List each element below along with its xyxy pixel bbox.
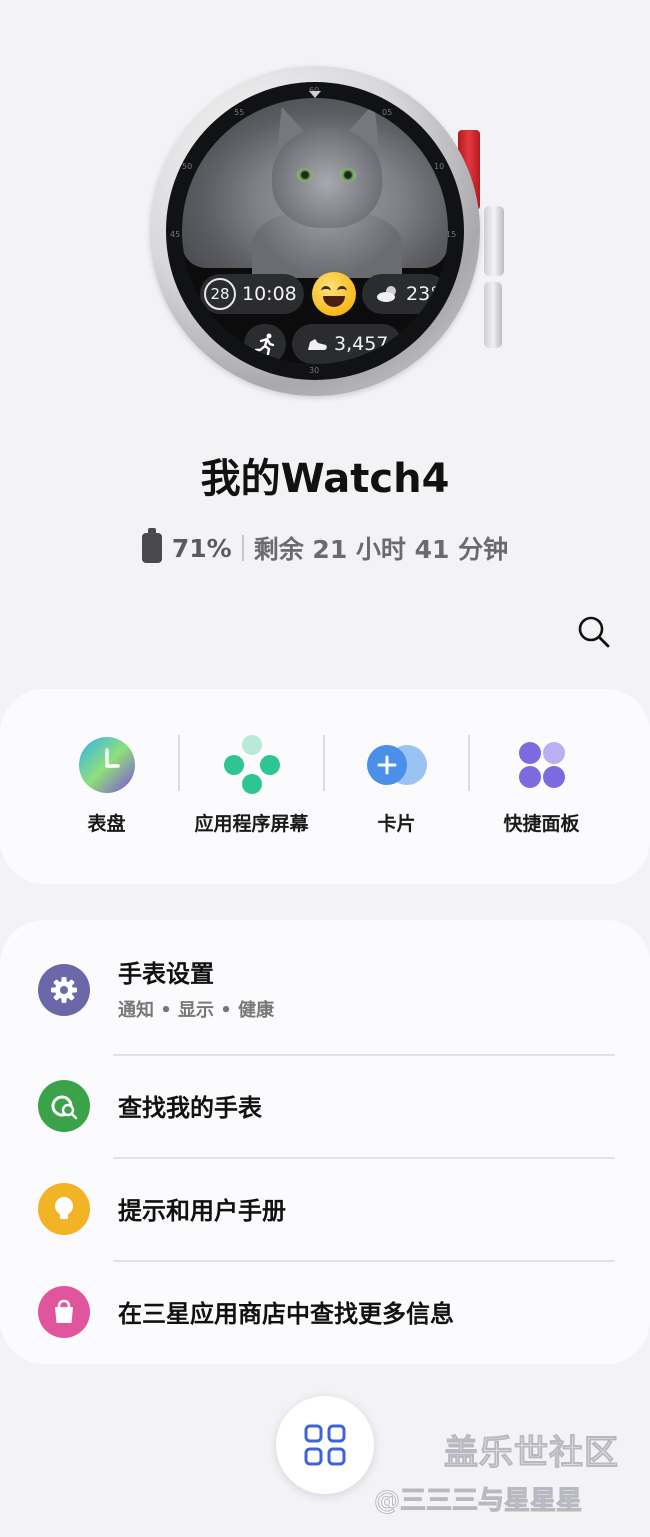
cat-photo bbox=[182, 98, 448, 278]
menu-item-title: 在三星应用商店中查找更多信息 bbox=[118, 1300, 454, 1328]
cloud-sun-icon bbox=[377, 286, 396, 302]
bezel-marker bbox=[309, 91, 321, 98]
shortcut-label: 快捷面板 bbox=[503, 813, 580, 835]
lightbulb-icon bbox=[38, 1183, 90, 1235]
menu-item-watch-settings[interactable]: 手表设置 通知 • 显示 • 健康 bbox=[0, 920, 650, 1054]
watermark-community: 盖乐世社区 bbox=[444, 1433, 619, 1474]
date-value: 28 bbox=[204, 278, 236, 310]
date-time-complication: 28 10:08 bbox=[200, 274, 304, 314]
menu-item-tips-manual[interactable]: 提示和用户手册 bbox=[0, 1159, 650, 1260]
shortcut-card: 表盘 应用程序屏幕 卡片 快捷面板 bbox=[0, 689, 650, 884]
menu-item-find-my-watch[interactable]: 查找我的手表 bbox=[0, 1056, 650, 1157]
watch-button-top bbox=[484, 206, 504, 276]
tiles-icon bbox=[366, 735, 427, 795]
shortcut-apps-screen[interactable]: 应用程序屏幕 bbox=[179, 719, 324, 836]
running-icon bbox=[254, 333, 275, 355]
battery-icon bbox=[141, 528, 162, 563]
shortcut-quick-panel[interactable]: 快捷面板 bbox=[469, 719, 614, 836]
watch-screen: 28 10:08 23° 3,457 bbox=[182, 98, 448, 364]
quick-panel-icon bbox=[512, 735, 572, 795]
watch-face-icon bbox=[77, 735, 137, 795]
menu-item-title: 提示和用户手册 bbox=[118, 1197, 286, 1225]
shortcut-watch-faces[interactable]: 表盘 bbox=[34, 719, 179, 836]
watch-bezel: 60 05 10 15 30 45 50 55 bbox=[150, 66, 480, 396]
find-watch-icon bbox=[38, 1080, 90, 1132]
menu-item-subtitle: 通知 • 显示 • 健康 bbox=[118, 1000, 275, 1021]
temperature-value: 23° bbox=[406, 283, 440, 305]
weather-complication: 23° bbox=[362, 274, 448, 314]
shortcut-label: 卡片 bbox=[377, 813, 416, 835]
menu-card: 手表设置 通知 • 显示 • 健康 查找我的手表 提示和用户手册 在三星应用商店… bbox=[0, 920, 650, 1364]
galaxy-wearable-home: 60 05 10 15 30 45 50 55 bbox=[0, 0, 650, 1537]
battery-remaining-time: 剩余 21 小时 41 分钟 bbox=[253, 535, 509, 564]
steps-complication: 3,457 bbox=[292, 324, 402, 364]
menu-item-galaxy-store[interactable]: 在三星应用商店中查找更多信息 bbox=[0, 1262, 650, 1363]
store-bag-icon bbox=[38, 1286, 90, 1338]
search-button[interactable] bbox=[574, 612, 614, 652]
shortcut-tiles[interactable]: 卡片 bbox=[324, 719, 469, 836]
shortcut-label: 表盘 bbox=[87, 813, 126, 835]
shoe-icon bbox=[308, 339, 327, 350]
battery-status: 71% 剩余 21 小时 41 分钟 bbox=[0, 528, 650, 566]
watch-button-bottom bbox=[484, 282, 502, 348]
steps-value: 3,457 bbox=[334, 333, 389, 355]
apps-screen-icon bbox=[222, 735, 282, 795]
shortcut-label: 应用程序屏幕 bbox=[194, 813, 309, 835]
grid-apps-icon bbox=[304, 1424, 346, 1466]
workout-complication bbox=[244, 324, 286, 364]
smiley-emoji-icon bbox=[312, 272, 356, 316]
time-value: 10:08 bbox=[242, 283, 297, 305]
apps-menu-button[interactable] bbox=[276, 1396, 374, 1494]
menu-item-title: 手表设置 bbox=[118, 960, 214, 988]
battery-divider bbox=[241, 535, 244, 561]
watch-preview[interactable]: 60 05 10 15 30 45 50 55 bbox=[150, 66, 510, 396]
device-name: 我的Watch4 bbox=[200, 456, 450, 502]
battery-percent: 71% bbox=[171, 533, 232, 563]
menu-item-title: 查找我的手表 bbox=[118, 1094, 262, 1122]
watermark-author: @三三三与星星星 bbox=[373, 1486, 583, 1517]
search-icon bbox=[578, 616, 610, 648]
gear-icon bbox=[38, 964, 90, 1016]
